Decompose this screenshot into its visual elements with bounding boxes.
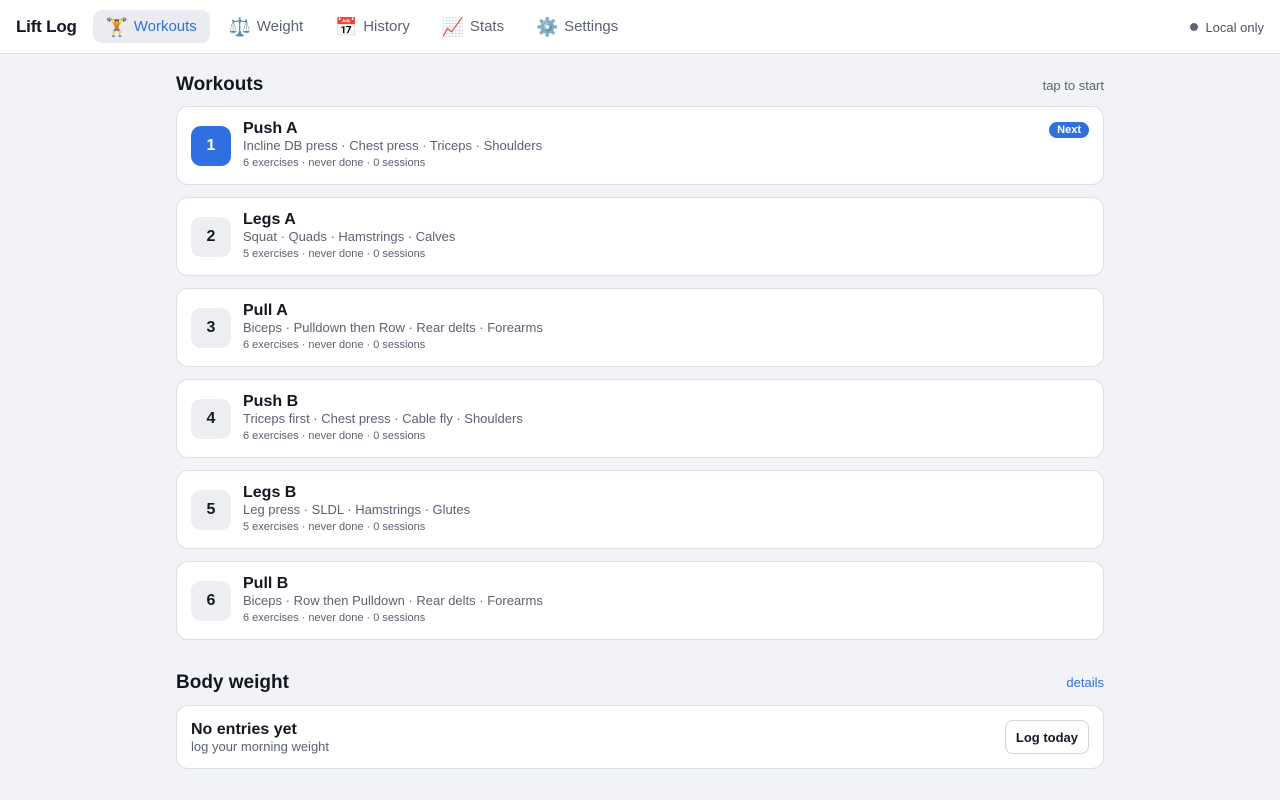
tab-weight[interactable]: ⚖️ Weight — [216, 10, 316, 43]
workouts-title: Workouts — [176, 74, 264, 95]
tab-label: Workouts — [133, 18, 197, 35]
body-weight-card: No entries yet log your morning weight L… — [176, 705, 1104, 769]
workout-number: 2 — [191, 216, 231, 257]
workout-meta: 6 exercises · never done · 0 sessions — [243, 339, 426, 351]
tab-label: Weight — [256, 18, 304, 35]
tab-stats[interactable]: 📈 Stats — [429, 10, 517, 43]
tab-settings[interactable]: ⚙️ Settings — [523, 10, 631, 43]
workout-name: Push A — [243, 120, 298, 137]
body-weight-info: No entries yet log your morning weight — [191, 720, 329, 755]
workout-meta: 5 exercises · never done · 0 sessions — [243, 521, 426, 533]
workout-number: 4 — [191, 398, 231, 439]
empty-subtitle: log your morning weight — [191, 738, 330, 754]
workout-name: Legs A — [243, 211, 296, 228]
workout-card-push-b[interactable]: 4 Push B Triceps first · Chest press · C… — [176, 379, 1104, 458]
workout-info: Pull A Biceps · Pulldown then Row · Rear… — [243, 301, 543, 354]
workouts-header: Workouts tap to start — [176, 54, 1104, 106]
scale-icon: ⚖️ — [228, 16, 252, 37]
top-bar: Lift Log 🏋️ Workouts ⚖️ Weight 📅 History… — [0, 0, 1280, 54]
workout-number: 6 — [191, 580, 231, 621]
workout-description: Biceps · Row then Pulldown · Rear delts … — [243, 593, 543, 608]
workout-name: Push B — [243, 393, 299, 410]
workout-card-legs-b[interactable]: 5 Legs B Leg press · SLDL · Hamstrings ·… — [176, 470, 1104, 549]
workout-info: Pull B Biceps · Row then Pulldown · Rear… — [243, 574, 543, 627]
workout-meta: 6 exercises · never done · 0 sessions — [243, 430, 426, 442]
dumbbell-icon: 🏋️ — [105, 16, 129, 37]
workout-description: Incline DB press · Chest press · Triceps… — [243, 138, 543, 153]
workout-description: Triceps first · Chest press · Cable fly … — [243, 411, 523, 426]
workout-name: Legs B — [243, 484, 297, 501]
workout-meta: 5 exercises · never done · 0 sessions — [243, 248, 426, 260]
status-dot-icon — [1190, 23, 1199, 31]
tab-workouts[interactable]: 🏋️ Workouts — [92, 10, 210, 43]
tab-label: Settings — [564, 18, 619, 35]
workout-meta: 6 exercises · never done · 0 sessions — [243, 612, 426, 624]
workout-info: Push B Triceps first · Chest press · Cab… — [243, 392, 523, 445]
tab-label: Stats — [469, 18, 505, 35]
main-content: Workouts tap to start 1 Push A Incline D… — [176, 54, 1104, 769]
workout-number: 3 — [191, 307, 231, 348]
workout-number: 1 — [191, 125, 231, 166]
workout-card-legs-a[interactable]: 2 Legs A Squat · Quads · Hamstrings · Ca… — [176, 197, 1104, 276]
workout-number: 5 — [191, 489, 231, 530]
tab-label: History — [363, 18, 410, 35]
workout-card-pull-a[interactable]: 3 Pull A Biceps · Pulldown then Row · Re… — [176, 288, 1104, 367]
calendar-icon: 📅 — [335, 16, 358, 37]
workout-card-push-a[interactable]: 1 Push A Incline DB press · Chest press … — [176, 106, 1104, 185]
workout-name: Pull B — [243, 575, 289, 592]
body-weight-header: Body weight details — [176, 652, 1104, 705]
details-link[interactable]: details — [1066, 675, 1104, 690]
gear-icon: ⚙️ — [536, 16, 559, 37]
workout-meta: 6 exercises · never done · 0 sessions — [243, 157, 426, 169]
next-badge: Next — [1049, 122, 1089, 138]
workout-description: Leg press · SLDL · Hamstrings · Glutes — [243, 502, 471, 517]
workouts-hint: tap to start — [1042, 77, 1104, 93]
workout-description: Squat · Quads · Hamstrings · Calves — [243, 229, 456, 244]
empty-title: No entries yet — [191, 720, 297, 738]
log-today-button[interactable]: Log today — [1004, 720, 1089, 754]
workout-card-pull-b[interactable]: 6 Pull B Biceps · Row then Pulldown · Re… — [176, 561, 1104, 640]
status-label: Local only — [1205, 19, 1264, 35]
workout-description: Biceps · Pulldown then Row · Rear delts … — [243, 320, 543, 335]
body-weight-title: Body weight — [176, 671, 289, 693]
storage-status: Local only — [1190, 0, 1264, 54]
workout-info: Push A Incline DB press · Chest press · … — [243, 119, 542, 172]
tab-history[interactable]: 📅 History — [322, 10, 423, 43]
workout-name: Pull A — [243, 302, 288, 319]
chart-icon: 📈 — [441, 16, 465, 37]
workout-info: Legs A Squat · Quads · Hamstrings · Calv… — [243, 210, 455, 263]
nav-tabs: 🏋️ Workouts ⚖️ Weight 📅 History 📈 Stats … — [92, 10, 638, 43]
app-title: Lift Log — [16, 16, 77, 36]
workout-info: Legs B Leg press · SLDL · Hamstrings · G… — [243, 483, 470, 536]
